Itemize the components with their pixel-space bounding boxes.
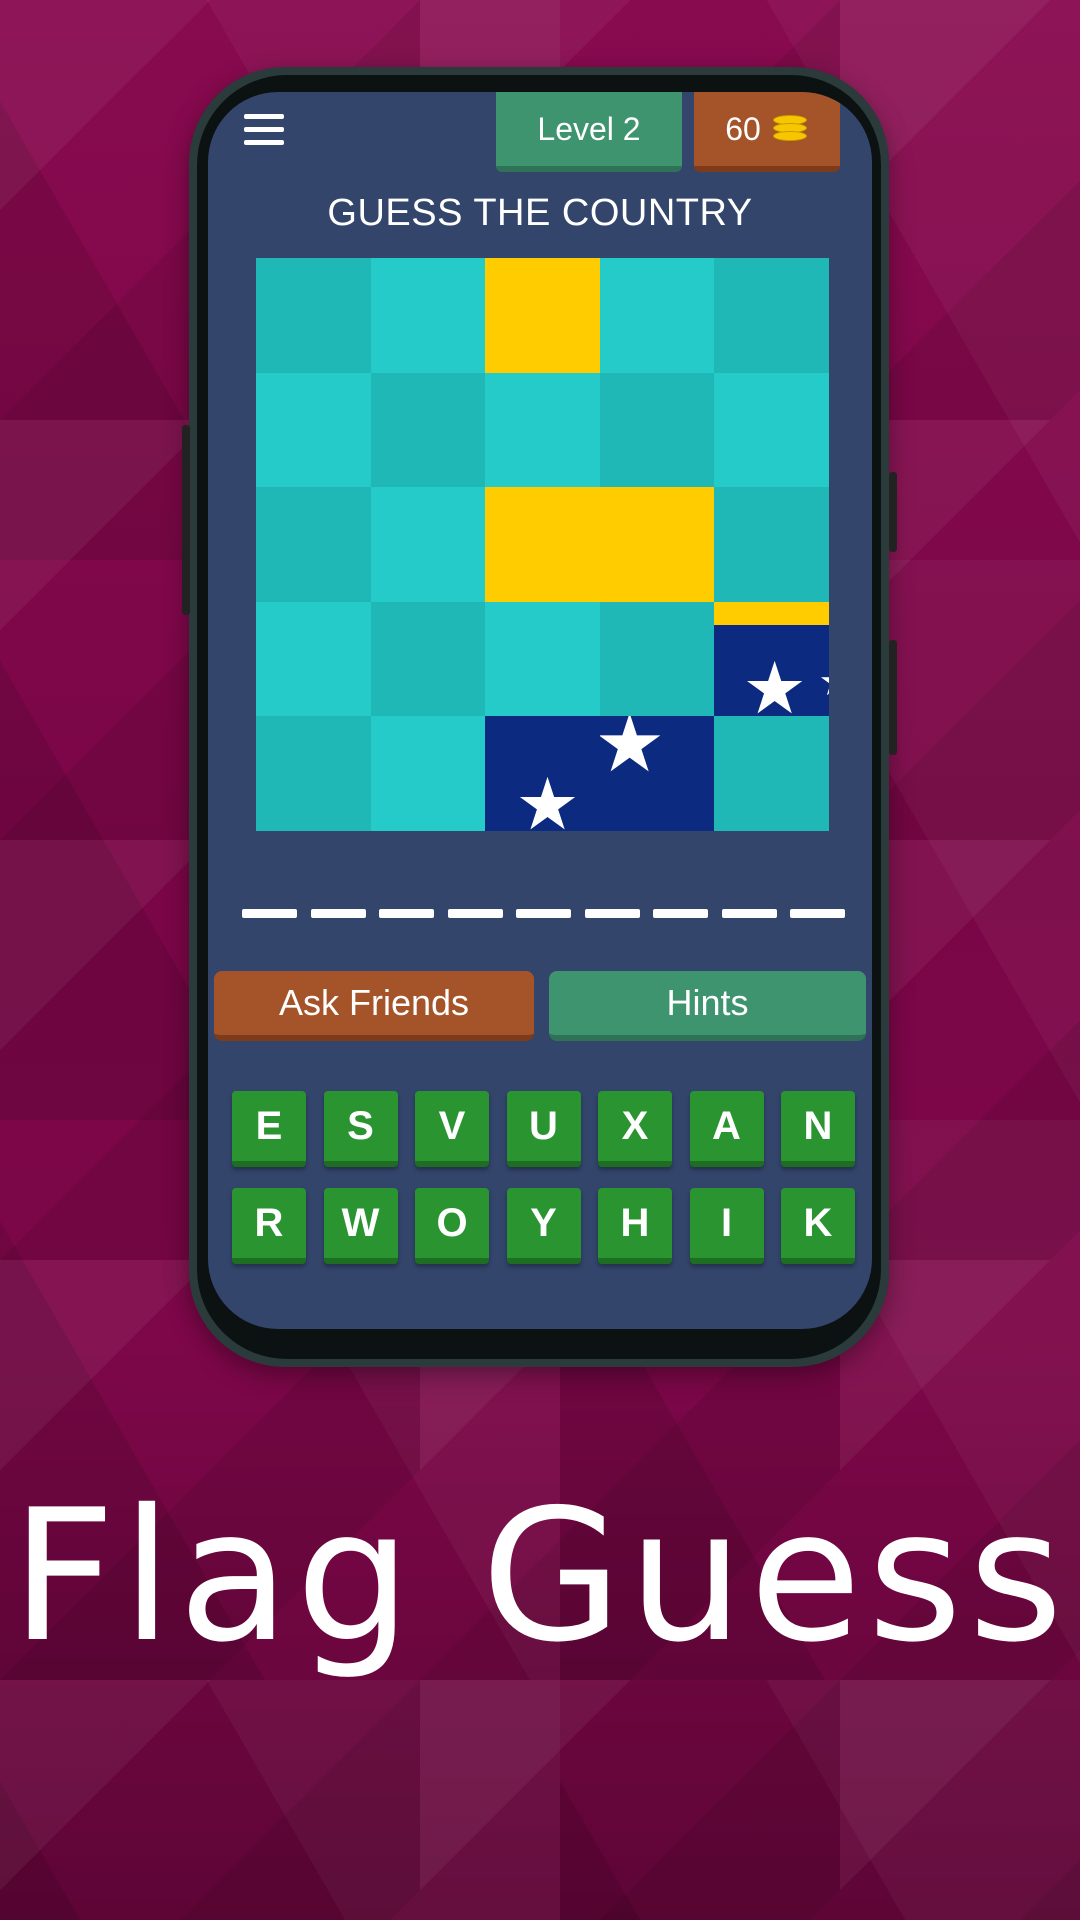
level-label: Level 2 bbox=[537, 110, 641, 147]
flag-tile-revealed bbox=[485, 258, 600, 373]
flag-tile[interactable] bbox=[370, 716, 486, 831]
letter-key[interactable]: V bbox=[415, 1091, 489, 1167]
letter-key[interactable]: H bbox=[598, 1188, 672, 1264]
letter-key[interactable]: N bbox=[781, 1091, 855, 1167]
hamburger-menu-icon[interactable] bbox=[244, 114, 284, 154]
star-icon: ★ bbox=[742, 645, 807, 717]
flag-tile-revealed: ★ ★ bbox=[714, 601, 829, 717]
flag-tile[interactable] bbox=[370, 487, 486, 602]
phone-side-button-right-top bbox=[889, 472, 897, 552]
hints-button[interactable]: Hints bbox=[549, 971, 866, 1041]
flag-tile[interactable] bbox=[370, 258, 486, 373]
flag-tile[interactable] bbox=[370, 601, 486, 717]
flag-tile[interactable] bbox=[256, 258, 371, 373]
flag-tile[interactable] bbox=[599, 601, 715, 717]
flag-tile[interactable] bbox=[599, 372, 715, 488]
letter-key[interactable]: S bbox=[323, 1091, 398, 1167]
coins-count: 60 bbox=[725, 110, 761, 147]
flag-tile-grid: ★ ★ ★ ★ bbox=[256, 258, 829, 831]
letter-key[interactable]: K bbox=[781, 1188, 855, 1264]
flag-tile[interactable] bbox=[714, 258, 829, 373]
answer-slot[interactable] bbox=[379, 909, 434, 918]
star-icon: ★ bbox=[818, 662, 829, 702]
flag-tile[interactable] bbox=[714, 372, 829, 488]
flag-tile[interactable] bbox=[256, 487, 371, 602]
phone-side-button-left bbox=[182, 425, 190, 615]
answer-slots bbox=[242, 909, 845, 918]
letter-key[interactable]: O bbox=[415, 1188, 489, 1264]
letter-key[interactable]: W bbox=[323, 1188, 398, 1264]
answer-slot[interactable] bbox=[790, 909, 845, 918]
letter-key[interactable]: U bbox=[506, 1091, 581, 1167]
game-title: GUESS THE COUNTRY bbox=[327, 192, 753, 234]
flag-tile[interactable] bbox=[485, 372, 600, 488]
letter-key[interactable]: X bbox=[598, 1091, 672, 1167]
flag-tile[interactable] bbox=[256, 601, 371, 717]
letter-key[interactable]: Y bbox=[506, 1188, 581, 1264]
flag-tile-revealed bbox=[599, 487, 715, 602]
flag-tile[interactable] bbox=[714, 487, 829, 602]
star-icon: ★ bbox=[599, 716, 666, 791]
answer-slot[interactable] bbox=[516, 909, 571, 918]
star-icon: ★ bbox=[515, 762, 580, 831]
flag-tile[interactable] bbox=[485, 601, 600, 717]
answer-slot[interactable] bbox=[242, 909, 297, 918]
app-name-title: Flag Guess bbox=[10, 1470, 1070, 1682]
flag-tile[interactable] bbox=[370, 372, 486, 488]
phone-side-button-right-bottom bbox=[889, 640, 897, 755]
keyboard-row-2: R W O Y H I K bbox=[232, 1188, 855, 1264]
flag-tile-revealed: ★ bbox=[599, 716, 715, 831]
flag-tile-revealed bbox=[485, 487, 600, 602]
keyboard-row-1: E S V U X A N bbox=[232, 1091, 855, 1167]
flag-tile-revealed: ★ bbox=[485, 716, 600, 831]
answer-slot[interactable] bbox=[447, 909, 503, 918]
answer-slot[interactable] bbox=[584, 909, 640, 918]
answer-slot[interactable] bbox=[310, 909, 366, 918]
flag-tile[interactable] bbox=[256, 716, 371, 831]
flag-tile[interactable] bbox=[714, 716, 829, 831]
game-screen: Level 2 60 GUESS THE COUNTRY ★ ★ ★ Ask F… bbox=[208, 92, 872, 1329]
coins-badge[interactable]: 60 bbox=[694, 92, 840, 172]
flag-tile[interactable] bbox=[599, 258, 715, 373]
level-badge: Level 2 bbox=[496, 92, 682, 172]
letter-key[interactable]: A bbox=[689, 1091, 764, 1167]
flag-tile[interactable] bbox=[256, 372, 371, 488]
answer-slot[interactable] bbox=[653, 909, 708, 918]
letter-key[interactable]: R bbox=[232, 1188, 306, 1264]
answer-slot[interactable] bbox=[721, 909, 777, 918]
letter-key[interactable]: I bbox=[689, 1188, 764, 1264]
ask-friends-button[interactable]: Ask Friends bbox=[214, 971, 534, 1041]
letter-key[interactable]: E bbox=[232, 1091, 306, 1167]
coin-stack-icon bbox=[772, 115, 809, 143]
